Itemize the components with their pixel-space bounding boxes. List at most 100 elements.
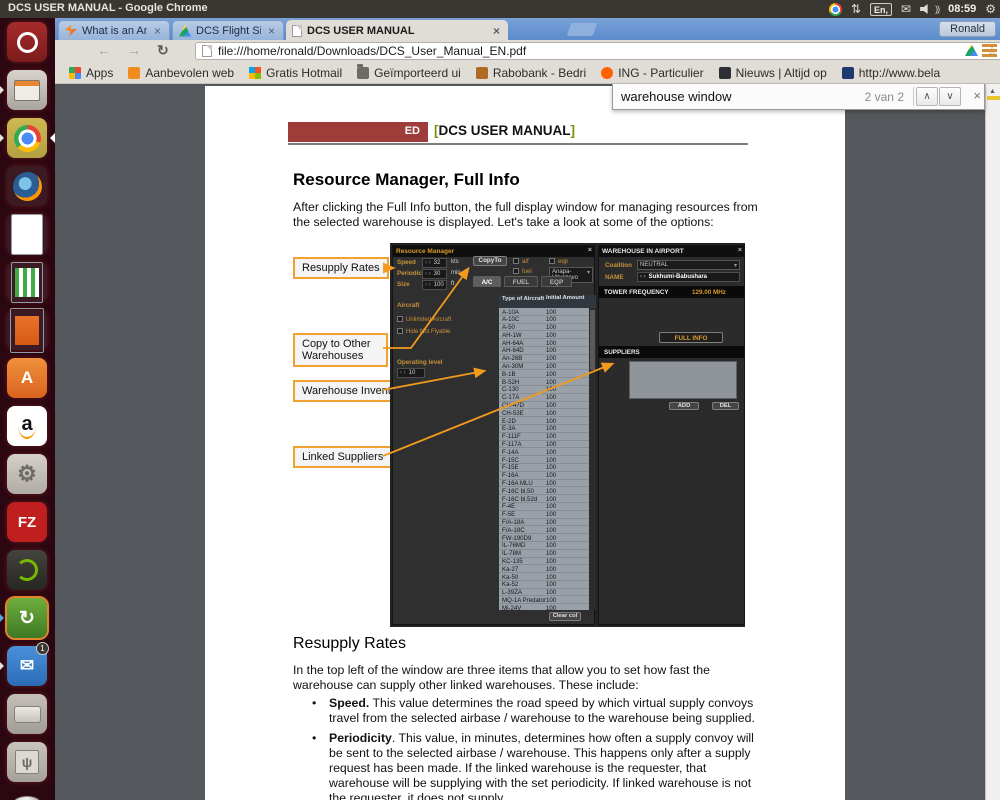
find-next-button[interactable]: ∨ [939, 87, 961, 106]
session-gear-icon[interactable]: ⚙ [985, 0, 996, 18]
size-spinner[interactable]: 100 [422, 279, 447, 290]
aircraft-row[interactable]: C-130 100 [499, 386, 589, 394]
aircraft-row[interactable]: FW-190D9 100 [499, 534, 589, 542]
scroll-up-icon[interactable]: ▲ [989, 88, 996, 95]
aircraft-row[interactable]: F-111F 100 [499, 433, 589, 441]
impress-icon[interactable] [7, 310, 47, 350]
aircraft-row[interactable]: F-117A 100 [499, 441, 589, 449]
coalition-dropdown[interactable]: NEUTRAL [637, 260, 740, 270]
aircraft-row[interactable]: E-2D 100 [499, 417, 589, 425]
tab-dcs-flight-sim[interactable]: DCS Flight Sim - Goo × [172, 20, 284, 40]
firefox-icon[interactable] [7, 166, 47, 206]
find-close-icon[interactable]: × [973, 88, 981, 103]
aircraft-row[interactable]: F-14A 100 [499, 448, 589, 457]
software-center-icon[interactable] [7, 358, 47, 398]
tab-eqp[interactable]: EQP [541, 276, 572, 287]
sound-icon[interactable] [920, 4, 928, 14]
aircraft-row[interactable]: A-50 100 [499, 324, 589, 332]
address-bar[interactable]: file:///home/ronald/Downloads/DCS_User_M… [195, 42, 1000, 60]
bookmark-item[interactable]: Aanbevolen web [128, 66, 234, 80]
url-text[interactable]: file:///home/ronald/Downloads/DCS_User_M… [218, 44, 980, 58]
find-previous-button[interactable]: ∧ [916, 87, 938, 106]
aircraft-row[interactable]: C-17A 100 [499, 394, 589, 402]
copyto-button[interactable]: CopyTo [473, 256, 507, 266]
full-info-button[interactable]: FULL INFO [659, 332, 723, 343]
periodicity-spinner[interactable]: 30 [422, 268, 447, 279]
software-updater-icon[interactable] [0, 596, 49, 640]
aircraft-row[interactable]: Ka-27 100 [499, 565, 589, 574]
aircraft-row[interactable]: A-10A 100 [499, 308, 589, 316]
chrome-icon[interactable] [0, 118, 55, 158]
trash-icon[interactable] [7, 790, 47, 800]
aircraft-row[interactable]: AH-1W 100 [499, 331, 589, 340]
aircraft-row[interactable]: An-26B 100 [499, 355, 589, 363]
aircraft-row[interactable]: F/A-18A 100 [499, 519, 589, 527]
operating-level-spinner[interactable]: 10 [397, 368, 425, 378]
unlimited-aircraft-checkbox[interactable] [397, 316, 403, 322]
tab-ac[interactable]: A/C [473, 276, 501, 287]
back-button[interactable]: ← [97, 42, 111, 58]
settings-icon[interactable] [7, 454, 47, 494]
tab-what-is-an-ammunition[interactable]: What is an Ammunit × [58, 20, 170, 40]
eqp-checkbox[interactable] [549, 258, 555, 264]
aircraft-row[interactable]: MQ-1A Predator 100 [499, 596, 589, 605]
aircraft-row[interactable]: KC-135 100 [499, 558, 589, 566]
network-icon[interactable]: ⇅ [851, 0, 861, 18]
aircraft-row[interactable]: F-15C 100 [499, 456, 589, 464]
filezilla-icon[interactable] [7, 502, 47, 542]
hide-not-flyable-checkbox[interactable] [397, 328, 403, 334]
aircraft-row[interactable]: Ka-50 100 [499, 573, 589, 581]
clock[interactable]: 08:59 [948, 3, 976, 15]
af-checkbox[interactable] [513, 258, 519, 264]
aircraft-row[interactable]: IL-76MD 100 [499, 542, 589, 550]
bookmark-item[interactable]: Nieuws | Altijd op [718, 66, 827, 80]
tab-dcs-user-manual[interactable]: DCS USER MANUAL × [286, 20, 508, 42]
suppliers-list[interactable] [629, 361, 737, 399]
files-icon[interactable] [0, 70, 47, 110]
harddisk-icon[interactable] [7, 694, 47, 734]
bookmark-item[interactable]: Geïmporteerd ui [357, 63, 461, 80]
aircraft-table-scrollbar[interactable] [589, 308, 596, 610]
del-button[interactable]: DEL [712, 402, 739, 410]
aircraft-row[interactable]: A-10C 100 [499, 316, 589, 324]
calc-icon[interactable] [7, 262, 47, 302]
aircraft-row[interactable]: F-15E 100 [499, 464, 589, 472]
fuel-checkbox[interactable] [513, 268, 519, 274]
profile-button[interactable]: Ronald [939, 21, 996, 37]
hamburger-menu-icon[interactable] [982, 44, 997, 57]
aircraft-row[interactable]: L-39ZA 100 [499, 589, 589, 597]
usb-drive-icon[interactable] [7, 742, 47, 782]
tab-close-icon[interactable]: × [266, 24, 277, 38]
speed-spinner[interactable]: 32 [422, 257, 447, 268]
aircraft-row[interactable]: B-1B 100 [499, 370, 589, 379]
aircraft-row[interactable]: F-16C bl.52d 100 [499, 495, 589, 503]
bookmark-item[interactable]: ING - Particulier [601, 66, 704, 80]
aircraft-row[interactable]: CH-47D 100 [499, 402, 589, 410]
find-input[interactable] [621, 87, 886, 106]
aircraft-row[interactable]: IL-78M 100 [499, 550, 589, 558]
aircraft-row[interactable]: F-16A 100 [499, 472, 589, 480]
aircraft-row[interactable]: F-4E 100 [499, 503, 589, 511]
vertical-scrollbar[interactable]: ▲ [985, 84, 1000, 800]
chrome-indicator-icon[interactable] [828, 2, 842, 16]
aircraft-row[interactable]: Mi-24V 100 [499, 604, 589, 610]
aircraft-row[interactable]: F/A-18C 100 [499, 526, 589, 535]
aircraft-row[interactable]: F-16A MLU 100 [499, 480, 589, 488]
new-tab-button[interactable] [566, 23, 598, 36]
add-button[interactable]: ADD [669, 402, 699, 410]
bookmark-item[interactable]: Apps [69, 66, 113, 80]
bookmark-item[interactable]: http://www.bela [841, 66, 940, 80]
warehouse-name-field[interactable]: Sukhumi-Babushara [637, 272, 740, 282]
close-icon[interactable]: × [738, 247, 742, 254]
clear-button[interactable]: Clear col [549, 612, 581, 621]
writer-icon[interactable] [7, 214, 47, 254]
aircraft-row[interactable]: An-30M 100 [499, 363, 589, 371]
forward-button[interactable]: → [127, 42, 141, 58]
bookmark-item[interactable]: Rabobank - Bedri [475, 66, 586, 80]
aircraft-row[interactable]: AH-64A 100 [499, 339, 589, 347]
aircraft-row[interactable]: AH-64D 100 [499, 347, 589, 355]
close-icon[interactable]: × [588, 247, 592, 254]
tab-fuel[interactable]: FUEL [504, 276, 538, 287]
aircraft-row[interactable]: B-52H 100 [499, 378, 589, 386]
amazon-icon[interactable] [7, 406, 47, 446]
